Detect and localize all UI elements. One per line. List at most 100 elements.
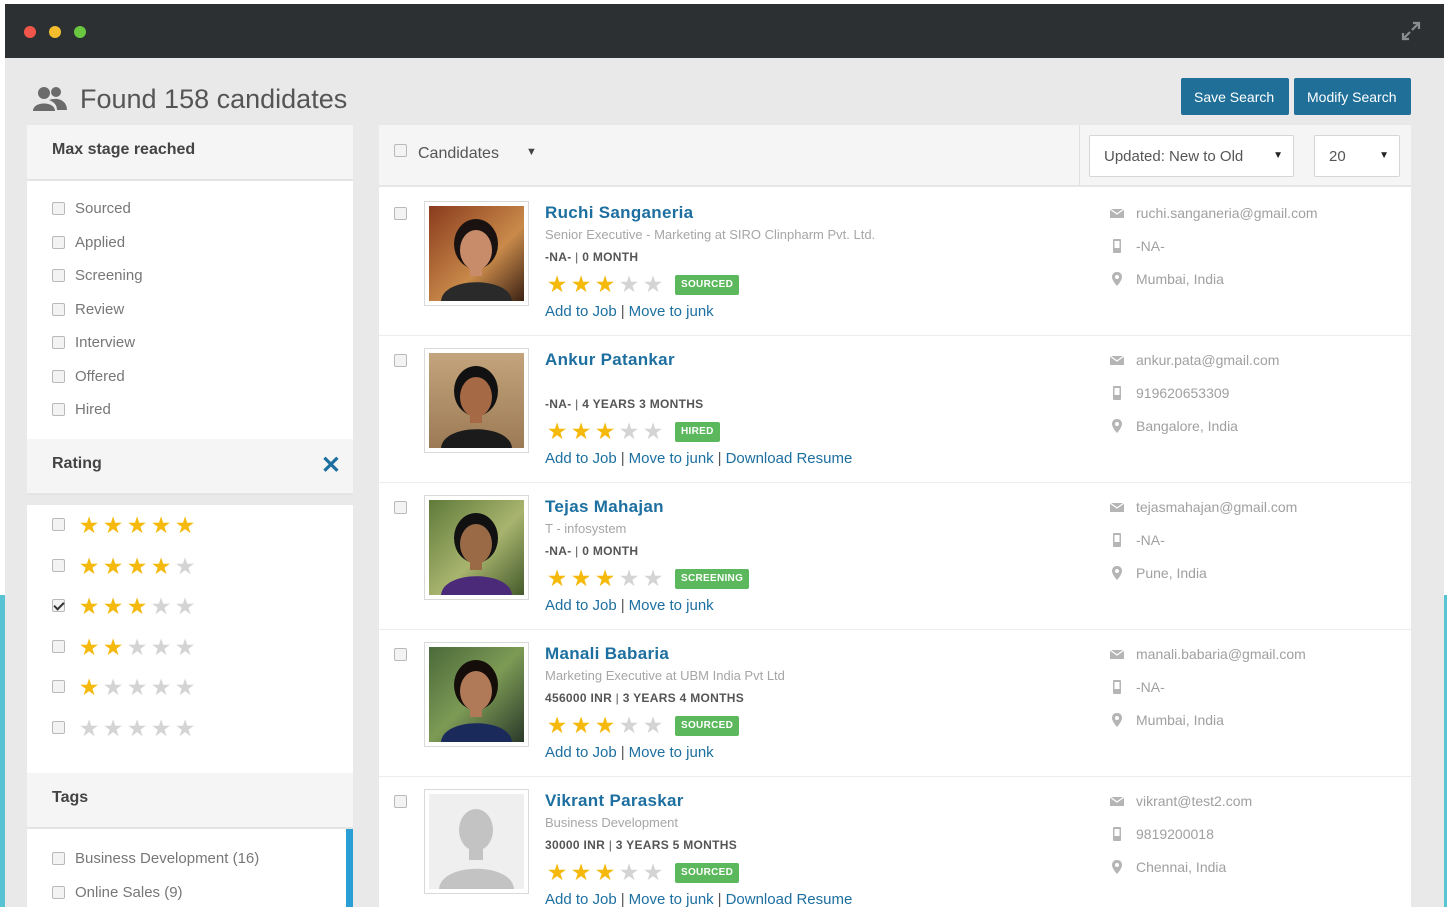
action-link[interactable]: Move to junk xyxy=(629,303,714,320)
tag-filter-option[interactable]: Business Development (16) xyxy=(27,843,353,877)
stage-checkbox[interactable] xyxy=(52,336,65,349)
stage-filter-option[interactable]: Offered xyxy=(27,361,353,395)
candidate-experience: -NA- | 4 YEARS 3 MONTHS xyxy=(545,397,704,411)
modify-search-button[interactable]: Modify Search xyxy=(1294,78,1411,115)
candidate-title: Business Development xyxy=(545,815,678,830)
candidate-checkbox[interactable] xyxy=(394,501,407,514)
action-link[interactable]: Add to Job xyxy=(545,450,617,467)
candidate-email-value[interactable]: tejasmahajan@gmail.com xyxy=(1136,499,1297,515)
candidate-checkbox[interactable] xyxy=(394,354,407,367)
candidate-email-value[interactable]: ruchi.sanganeria@gmail.com xyxy=(1136,205,1318,221)
stage-filter-option[interactable]: Screening xyxy=(27,260,353,294)
action-link[interactable]: Download Resume xyxy=(726,891,853,907)
candidate-title: Marketing Executive at UBM India Pvt Ltd xyxy=(545,668,785,683)
candidate-experience-value: 3 YEARS 4 MONTHS xyxy=(622,691,745,705)
star-empty-icon: ★ xyxy=(642,712,664,738)
caret-down-icon[interactable]: ▼ xyxy=(526,146,537,158)
candidate-email-value[interactable]: ankur.pata@gmail.com xyxy=(1136,352,1279,368)
star-rating: ★ ★ ★ ★ ★ xyxy=(77,595,197,618)
rating-checkbox[interactable] xyxy=(52,599,65,612)
close-window-dot[interactable] xyxy=(24,26,36,38)
candidate-avatar xyxy=(424,201,529,306)
action-link[interactable]: Add to Job xyxy=(545,744,617,761)
action-link[interactable]: Add to Job xyxy=(545,891,617,907)
action-link[interactable]: Add to Job xyxy=(545,597,617,614)
star-filled-icon: ★ xyxy=(570,271,592,297)
select-all-checkbox[interactable] xyxy=(394,144,407,157)
candidate-name[interactable]: Manali Babaria xyxy=(545,644,669,664)
action-link[interactable]: Add to Job xyxy=(545,303,617,320)
star-filled-icon: ★ xyxy=(594,859,616,885)
filter-sidebar: Max stage reached Sourced Applied Screenin… xyxy=(27,125,353,907)
star-empty-icon: ★ xyxy=(150,674,172,700)
action-link[interactable]: Download Resume xyxy=(726,450,853,467)
action-link[interactable]: Move to junk xyxy=(629,744,714,761)
tags-filter-title: Tags xyxy=(52,789,89,806)
stage-badge: SCREENING xyxy=(675,569,750,589)
candidate-name[interactable]: Vikrant Paraskar xyxy=(545,791,684,811)
stage-filter-option[interactable]: Applied xyxy=(27,227,353,261)
candidate-phone: 9819200018 xyxy=(1109,826,1214,842)
rating-checkbox[interactable] xyxy=(52,680,65,693)
action-link[interactable]: Move to junk xyxy=(629,597,714,614)
stage-filter-option[interactable]: Review xyxy=(27,294,353,328)
stage-checkbox[interactable] xyxy=(52,403,65,416)
list-toolbar: Candidates ▼ Updated: New to Old ▼ 20 ▼ xyxy=(379,125,1411,187)
phone-icon xyxy=(1109,826,1136,842)
action-link[interactable]: Move to junk xyxy=(629,891,714,907)
candidate-checkbox[interactable] xyxy=(394,648,407,661)
star-empty-icon: ★ xyxy=(174,552,196,579)
candidate-email-value[interactable]: manali.babaria@gmail.com xyxy=(1136,646,1306,662)
stage-checkbox[interactable] xyxy=(52,202,65,215)
tag-checkbox[interactable] xyxy=(52,885,65,899)
avatar-image xyxy=(429,353,524,448)
star-filled-icon: ★ xyxy=(174,512,196,538)
candidate-name[interactable]: Ankur Patankar xyxy=(545,350,675,370)
rating-filter-option[interactable]: ★ ★ ★ ★ ★ xyxy=(27,667,353,708)
star-rating: ★ ★ ★ ★ ★ xyxy=(545,567,665,590)
action-separator: | xyxy=(717,891,722,907)
rating-filter-option[interactable]: ★ ★ ★ ★ ★ xyxy=(27,505,353,546)
candidate-location: Pune, India xyxy=(1109,565,1207,581)
stage-filter-option[interactable]: Hired xyxy=(27,394,353,428)
rating-checkbox[interactable] xyxy=(52,639,65,653)
candidate-checkbox[interactable] xyxy=(394,795,407,808)
tag-checkbox[interactable] xyxy=(52,852,65,865)
rating-filter-option[interactable]: ★ ★ ★ ★ ★ xyxy=(27,627,353,668)
rating-filter-option[interactable]: ★ ★ ★ ★ ★ xyxy=(27,546,353,587)
tag-filter-option[interactable]: Online Sales (9) xyxy=(27,877,353,907)
stage-checkbox[interactable] xyxy=(52,369,65,383)
stage-filter-body: Sourced Applied Screening Review Interview Of… xyxy=(27,181,353,439)
minimize-window-dot[interactable] xyxy=(49,26,61,38)
rating-checkbox[interactable] xyxy=(52,558,65,572)
email-icon xyxy=(1109,499,1136,515)
stage-checkbox[interactable] xyxy=(52,235,65,249)
star-empty-icon: ★ xyxy=(150,633,172,660)
page-size-select[interactable]: 20 ▼ xyxy=(1314,135,1400,177)
email-icon xyxy=(1109,352,1136,368)
candidate-location: Bangalore, India xyxy=(1109,418,1238,434)
clear-rating-icon[interactable]: ✕ xyxy=(321,451,341,480)
star-filled-icon: ★ xyxy=(126,552,148,579)
rating-checkbox[interactable] xyxy=(52,720,65,734)
rating-checkbox[interactable] xyxy=(52,518,65,531)
stage-checkbox[interactable] xyxy=(52,302,65,316)
expand-icon[interactable] xyxy=(1400,20,1422,42)
save-search-button[interactable]: Save Search xyxy=(1181,78,1289,115)
candidate-checkbox[interactable] xyxy=(394,207,407,220)
stage-badge: HIRED xyxy=(675,422,720,442)
candidates-dropdown-label[interactable]: Candidates xyxy=(418,145,499,163)
rating-filter-option[interactable]: ★ ★ ★ ★ ★ xyxy=(27,708,353,749)
candidate-name[interactable]: Tejas Mahajan xyxy=(545,497,664,517)
rating-filter-option[interactable]: ★ ★ ★ ★ ★ xyxy=(27,586,353,627)
stage-checkbox[interactable] xyxy=(52,269,65,282)
stage-filter-option[interactable]: Sourced xyxy=(27,193,353,227)
maximize-window-dot[interactable] xyxy=(74,26,86,38)
star-filled-icon: ★ xyxy=(570,565,592,591)
candidate-phone-value: -NA- xyxy=(1136,238,1165,254)
sort-select[interactable]: Updated: New to Old ▼ xyxy=(1089,135,1294,177)
action-link[interactable]: Move to junk xyxy=(629,450,714,467)
candidate-name[interactable]: Ruchi Sanganeria xyxy=(545,203,693,223)
candidate-email-value[interactable]: vikrant@test2.com xyxy=(1136,793,1252,809)
stage-filter-option[interactable]: Interview xyxy=(27,327,353,361)
